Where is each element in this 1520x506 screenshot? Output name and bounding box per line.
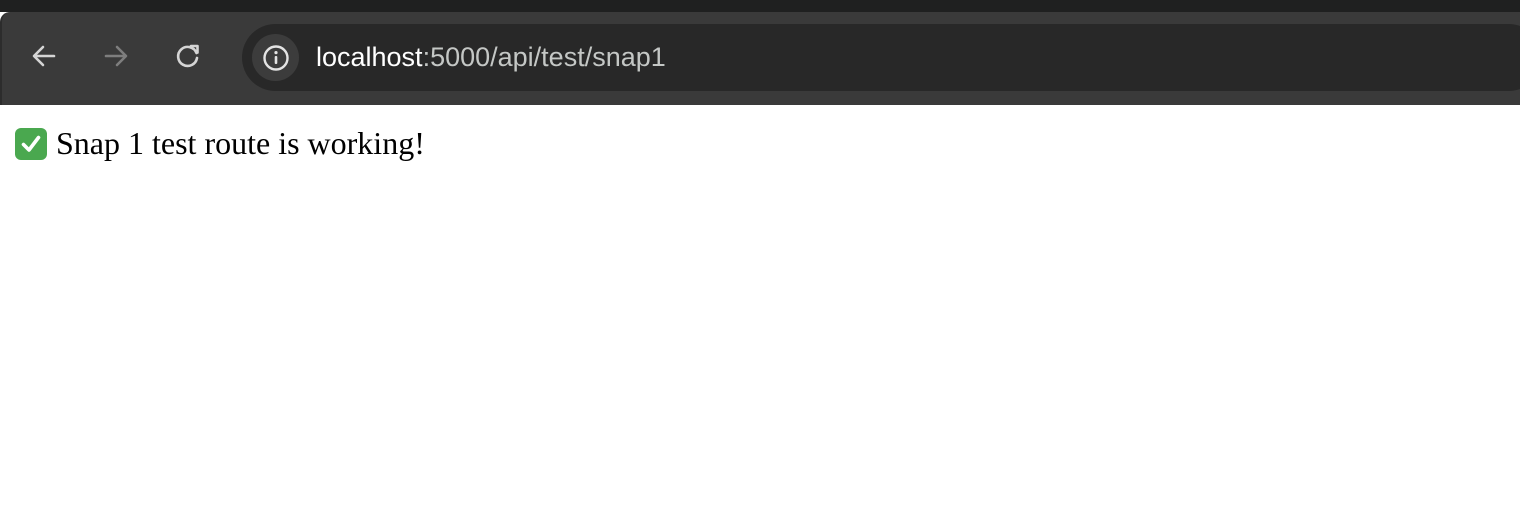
browser-toolbar: localhost:5000/api/test/snap1 <box>0 12 1520 105</box>
status-message: Snap 1 test route is working! <box>15 125 425 162</box>
page-content: Snap 1 test route is working! <box>0 105 1520 506</box>
arrow-left-icon <box>32 45 56 67</box>
url-host: localhost <box>316 42 423 72</box>
back-button[interactable] <box>22 34 66 78</box>
tab-strip <box>0 0 1520 12</box>
site-info-button[interactable] <box>252 34 299 81</box>
status-message-text: Snap 1 test route is working! <box>56 125 425 161</box>
address-bar[interactable]: localhost:5000/api/test/snap1 <box>242 24 1520 91</box>
arrow-right-icon <box>104 45 128 67</box>
reload-icon <box>176 44 199 68</box>
forward-button[interactable] <box>94 34 138 78</box>
url-text[interactable]: localhost:5000/api/test/snap1 <box>316 24 666 91</box>
check-mark-button-icon <box>15 127 47 160</box>
reload-button[interactable] <box>166 34 210 78</box>
info-icon <box>262 44 289 71</box>
url-path: :5000/api/test/snap1 <box>422 42 666 72</box>
